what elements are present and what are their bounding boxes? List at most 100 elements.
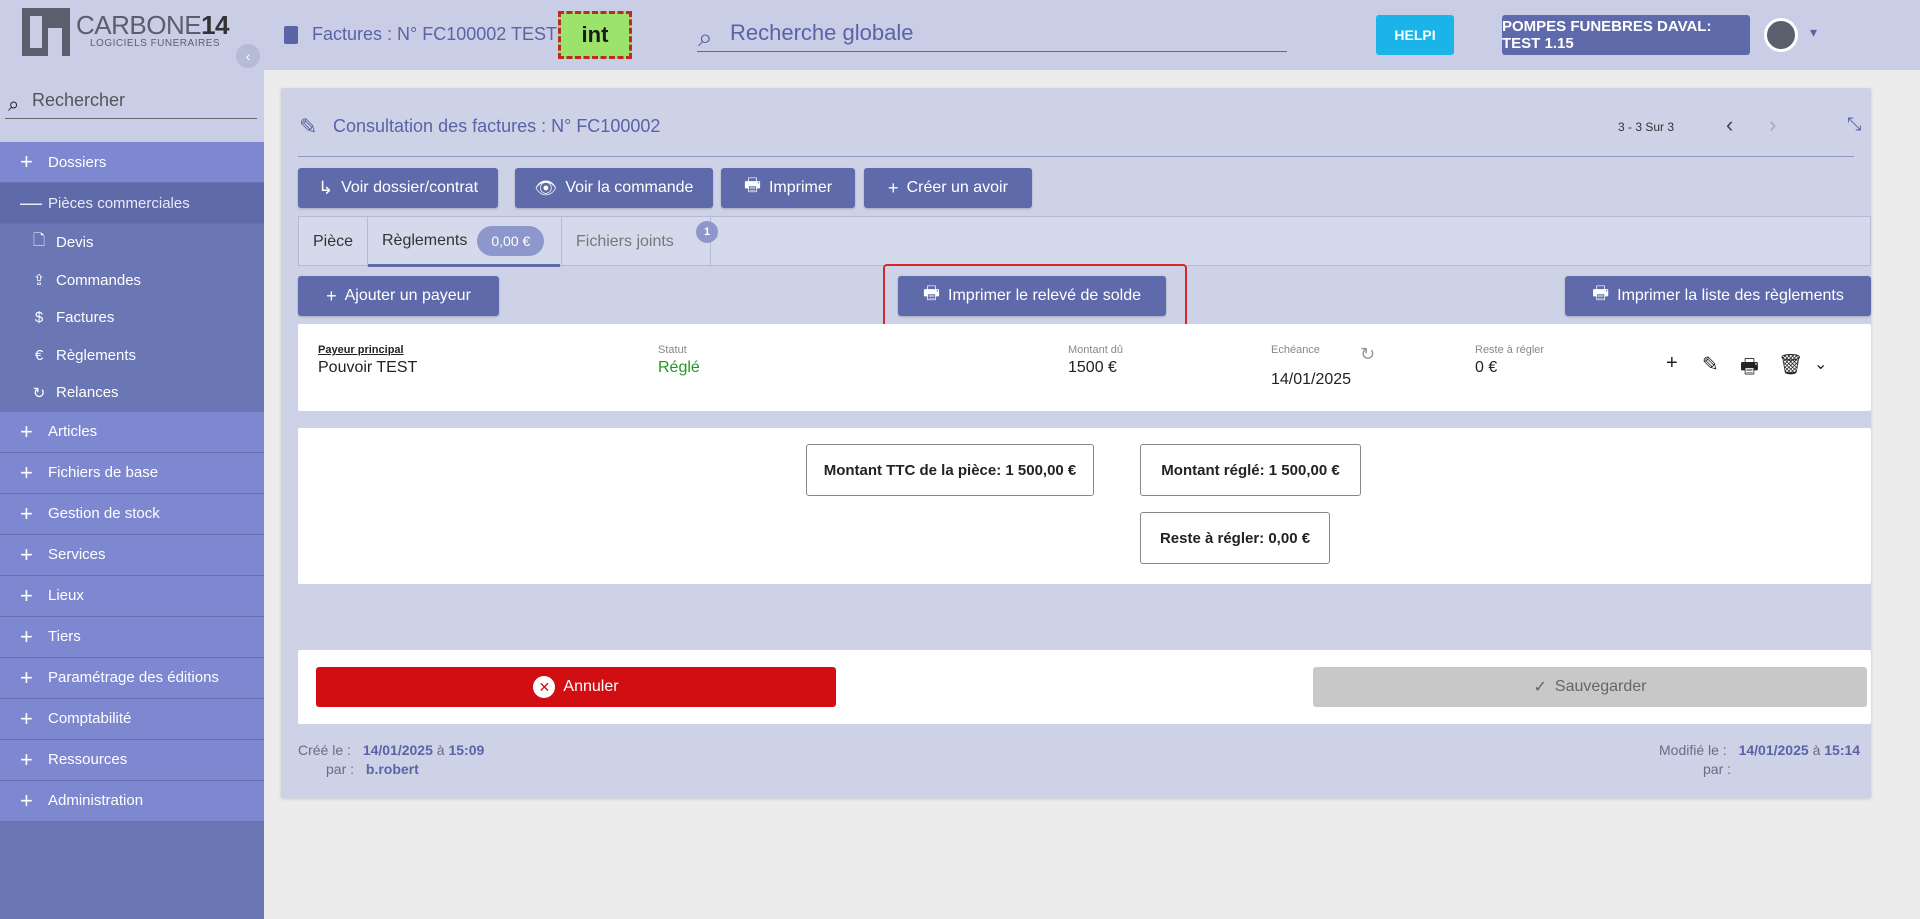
topbar: Factures : N° FC100002 TEST int ⌕ Recher…	[264, 0, 1920, 70]
print-icon[interactable]: 🖶	[1740, 352, 1759, 386]
sidebar-subitem-devis[interactable]: 🗋 Devis	[0, 224, 264, 262]
eye-icon: 👁	[534, 177, 558, 198]
search-underline	[5, 118, 257, 119]
montant-value: 1500 €	[1068, 359, 1117, 376]
plus-icon: +	[20, 418, 33, 444]
chevron-left-icon[interactable]: ‹	[1726, 112, 1733, 138]
voir-dossier-button[interactable]: ↳ Voir dossier/contrat	[298, 168, 498, 208]
logo-icon	[22, 8, 70, 56]
sidebar-item-dossiers[interactable]: + Dossiers	[0, 142, 264, 183]
payer-row: Payeur principal Pouvoir TEST Statut Rég…	[298, 324, 1871, 411]
cancel-button[interactable]: ✕ Annuler	[316, 667, 836, 707]
plus-icon: +	[20, 582, 33, 608]
plus-icon: +	[20, 541, 33, 567]
plus-icon: +	[20, 746, 33, 772]
sidebar-subitem-commandes[interactable]: ⇪ Commandes	[0, 261, 264, 299]
ajouter-payeur-button[interactable]: + Ajouter un payeur	[298, 276, 499, 316]
modified-label: Modifié le :	[1659, 742, 1727, 758]
attachment-count-badge: 1	[696, 221, 718, 243]
sidebar-item-parametrage-des-editions[interactable]: + Paramétrage des éditions	[0, 657, 264, 699]
at-label: à	[436, 742, 445, 758]
creer-avoir-button[interactable]: + Créer un avoir	[864, 168, 1032, 208]
sidebar-item-label: Administration	[48, 792, 144, 809]
save-button[interactable]: ✓ Sauvegarder	[1313, 667, 1867, 707]
echeance-label: Echéance	[1271, 344, 1320, 356]
voir-commande-button[interactable]: 👁 Voir la commande	[515, 168, 713, 208]
plus-icon: +	[20, 459, 33, 485]
sidebar-item-tiers[interactable]: + Tiers	[0, 616, 264, 658]
arrow-turn-icon: ↳	[317, 177, 334, 198]
tab-reglements[interactable]: Règlements 0,00 €	[368, 217, 560, 267]
sidebar-item-lieux[interactable]: + Lieux	[0, 575, 264, 617]
imprimer-button[interactable]: 🖶 Imprimer	[721, 168, 855, 208]
global-search-underline	[697, 51, 1287, 52]
chevron-down-icon[interactable]: ▾	[1810, 24, 1817, 41]
sidebar-item-comptabilite[interactable]: + Comptabilité	[0, 698, 264, 740]
file-plus-icon: 🗋	[32, 232, 46, 250]
sidebar-item-label: Fichiers de base	[48, 464, 159, 481]
global-search-input[interactable]: Recherche globale	[730, 20, 913, 46]
pencil-icon[interactable]: ✎	[1702, 352, 1719, 377]
tab-fichiers-joints[interactable]: Fichiers joints 1	[561, 217, 718, 267]
montant-label: Montant dû	[1068, 344, 1124, 356]
sidebar-subitem-label: Relances	[56, 384, 119, 402]
search-icon: ⌕	[698, 22, 713, 52]
sidebar-item-label: Dossiers	[48, 153, 107, 171]
avatar[interactable]	[1764, 18, 1798, 52]
echeance-value: 14/01/2025	[1271, 371, 1352, 388]
sidebar-subitem-factures[interactable]: $ Factures	[0, 299, 264, 337]
chevron-right-icon[interactable]: ›	[1769, 112, 1776, 138]
plus-icon: +	[20, 623, 33, 649]
modified-date: 14/01/2025	[1738, 742, 1809, 758]
collapse-sidebar-button[interactable]: ‹	[236, 44, 260, 68]
panel-title: Consultation des factures : N° FC100002	[333, 116, 661, 136]
sidebar: CARBONE14 LOGICIELS FUNERAIRES ‹ ⌕ Reche…	[0, 0, 264, 919]
sidebar-subitem-relances[interactable]: ↻ Relances	[0, 374, 264, 412]
payeur-value: Pouvoir TEST	[318, 359, 418, 376]
imprimer-liste-reglements-button[interactable]: 🖶 Imprimer la liste des règlements	[1565, 276, 1871, 316]
button-label: Créer un avoir	[906, 179, 1008, 196]
sidebar-subitem-label: Commandes	[56, 271, 142, 289]
pager-count: 3 - 3 Sur 3	[1618, 120, 1675, 134]
trash-icon[interactable]: 🗑	[1778, 352, 1803, 377]
created-date: 14/01/2025	[362, 742, 433, 758]
statut-label: Statut	[658, 344, 687, 356]
history-icon: ↻	[32, 384, 46, 402]
sidebar-item-label: Articles	[48, 423, 98, 440]
logo-text: CARBONE14	[76, 10, 229, 40]
check-icon: ✓	[1533, 679, 1547, 696]
sidebar-item-gestion-de-stock[interactable]: + Gestion de stock	[0, 493, 264, 535]
tab-label: Fichiers joints	[576, 233, 674, 250]
imprimer-releve-button[interactable]: 🖶 Imprimer le relevé de solde	[898, 276, 1166, 316]
company-selector-button[interactable]: POMPES FUNEBRES DAVAL: TEST 1.15	[1502, 15, 1750, 55]
sidebar-item-administration[interactable]: + Administration	[0, 780, 264, 822]
sidebar-search-input[interactable]: Rechercher	[32, 90, 125, 111]
sidebar-item-label: Paramétrage des éditions	[48, 669, 219, 686]
modified-info: Modifié le : 14/01/2025 à 15:14	[1659, 742, 1860, 758]
plus-icon: +	[20, 149, 33, 174]
sidebar-item-fichiers-de-base[interactable]: + Fichiers de base	[0, 452, 264, 494]
button-label: Imprimer le relevé de solde	[948, 287, 1141, 304]
sidebar-item-services[interactable]: + Services	[0, 534, 264, 576]
history-icon: ↻	[1360, 344, 1376, 364]
sidebar-item-ressources[interactable]: + Ressources	[0, 739, 264, 781]
help-button[interactable]: HELPI	[1376, 15, 1454, 55]
add-icon[interactable]: +	[1666, 352, 1678, 375]
sidebar-nav: + Dossiers — Pièces commerciales 🗋 Devis ⇪ C…	[0, 142, 264, 822]
collapse-panel-icon[interactable]: ⤡	[1847, 114, 1861, 135]
print-icon: 🖶	[743, 175, 761, 195]
tab-label: Pièce	[312, 233, 354, 250]
plus-icon: +	[20, 705, 33, 731]
sidebar-subitem-reglements[interactable]: € Règlements	[0, 336, 264, 374]
pencil-icon: ✎	[299, 114, 318, 139]
plus-icon: +	[20, 500, 33, 526]
search-icon: ⌕	[8, 94, 20, 116]
chevron-down-icon[interactable]: ⌄	[1814, 354, 1827, 374]
sidebar-search[interactable]: ⌕ Rechercher	[0, 70, 264, 142]
environment-badge: int	[558, 11, 632, 59]
sidebar-item-pieces-commerciales[interactable]: — Pièces commerciales	[0, 183, 264, 224]
button-label: Imprimer la liste des règlements	[1617, 287, 1844, 304]
tab-piece[interactable]: Pièce	[299, 217, 368, 267]
button-label: Voir dossier/contrat	[341, 179, 479, 196]
sidebar-item-articles[interactable]: + Articles	[0, 411, 264, 453]
